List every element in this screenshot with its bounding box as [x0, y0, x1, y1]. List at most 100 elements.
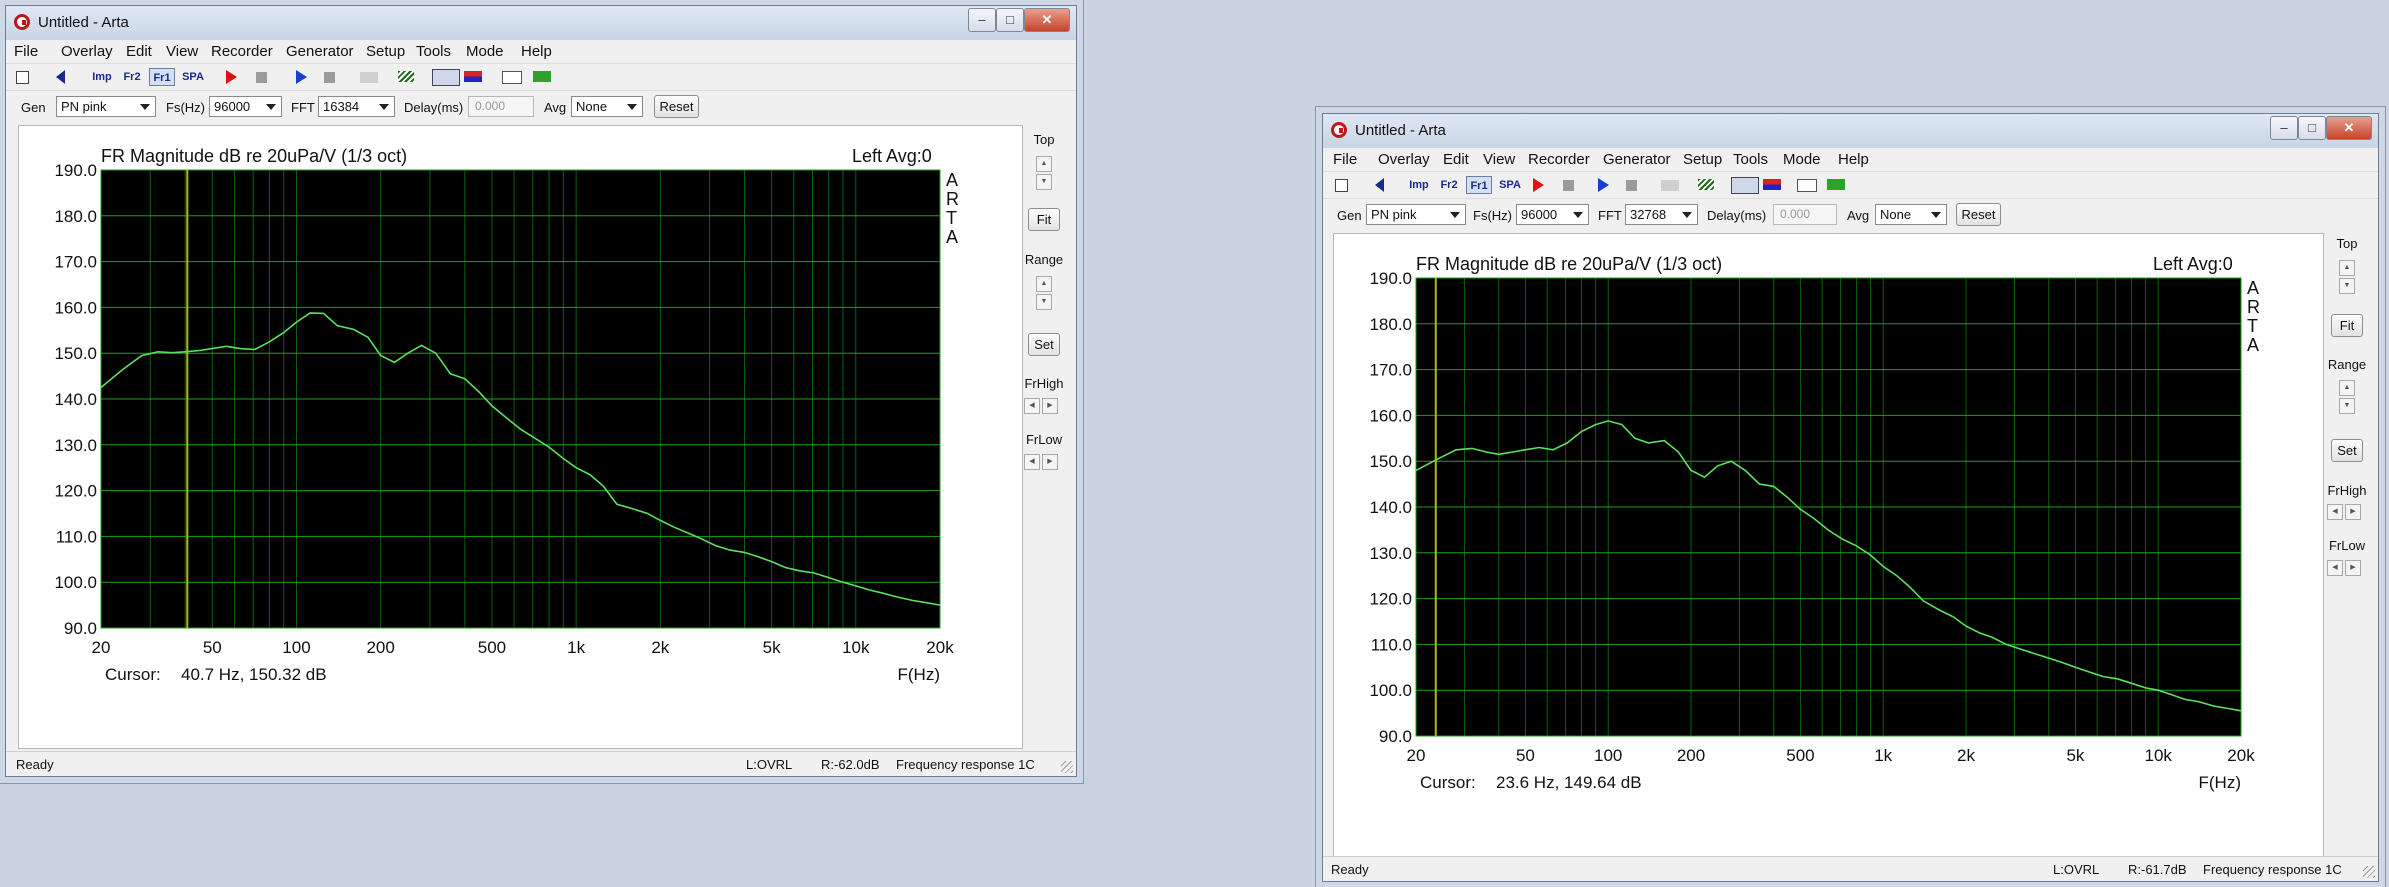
avg-select[interactable]: None — [1875, 204, 1947, 225]
stop-icon[interactable] — [1563, 180, 1574, 191]
chevron-down-icon — [1682, 212, 1692, 218]
menu-file[interactable]: File — [1333, 151, 1357, 168]
open-icon[interactable] — [56, 70, 65, 84]
gen-select[interactable]: PN pink — [56, 96, 156, 117]
frequency-response-chart[interactable]: 190.0 180.0 170.0 160.0 150.0 140.0 130.0 120.0… — [1334, 234, 2323, 856]
delay-input[interactable]: 0.000 — [1773, 204, 1837, 225]
toggle-icon[interactable] — [432, 69, 460, 86]
frlow-left-button[interactable]: ◀ — [2327, 560, 2343, 576]
fr1-button[interactable]: Fr1 — [1466, 176, 1492, 194]
menu-generator[interactable]: Generator — [286, 43, 354, 60]
fft-select[interactable]: 32768 — [1625, 204, 1698, 225]
menu-help[interactable]: Help — [1838, 151, 1869, 168]
gen-select[interactable]: PN pink — [1366, 204, 1466, 225]
close-button[interactable]: ✕ — [1024, 8, 1070, 32]
frhigh-right-button[interactable]: ▶ — [1042, 398, 1058, 414]
menu-tools[interactable]: Tools — [416, 43, 451, 60]
record-icon[interactable] — [1533, 178, 1544, 192]
play-icon[interactable] — [296, 70, 307, 84]
resize-grip-icon[interactable] — [2363, 866, 2375, 878]
top-up-button[interactable]: ▲ — [1036, 156, 1052, 172]
frlow-left-button[interactable]: ◀ — [1024, 454, 1040, 470]
menu-mode[interactable]: Mode — [466, 43, 504, 60]
overlay-icon[interactable] — [533, 71, 551, 82]
fs-select[interactable]: 96000 — [1516, 204, 1589, 225]
overlay-icon[interactable] — [1827, 179, 1845, 190]
resize-grip-icon[interactable] — [1061, 761, 1073, 773]
fs-select[interactable]: 96000 — [209, 96, 282, 117]
scope-icon[interactable] — [1797, 179, 1817, 192]
fr2-button[interactable]: Fr2 — [119, 68, 145, 86]
minimize-button[interactable]: – — [968, 8, 996, 32]
range-down-button[interactable]: ▼ — [2339, 398, 2355, 414]
toggle-icon[interactable] — [1731, 177, 1759, 194]
title-bar[interactable]: Untitled - Arta – □ ✕ — [6, 6, 1076, 40]
pattern-icon[interactable] — [1698, 179, 1714, 190]
fit-button[interactable]: Fit — [2331, 314, 2363, 337]
spa-button[interactable]: SPA — [179, 68, 207, 86]
minimize-button[interactable]: – — [2270, 116, 2298, 140]
avg-select[interactable]: None — [571, 96, 643, 117]
menu-edit[interactable]: Edit — [1443, 151, 1469, 168]
stop2-icon[interactable] — [324, 72, 335, 83]
frhigh-left-button[interactable]: ◀ — [1024, 398, 1040, 414]
spa-button[interactable]: SPA — [1496, 176, 1524, 194]
abc-icon[interactable] — [360, 72, 378, 83]
range-up-button[interactable]: ▲ — [2339, 380, 2355, 396]
channel-label: Left Avg:0 — [852, 146, 932, 166]
frequency-response-chart[interactable]: 190.0 180.0 170.0 160.0 150.0 140.0 130.0 120.0… — [19, 126, 1022, 748]
menu-file[interactable]: File — [14, 43, 38, 60]
reset-button[interactable]: Reset — [654, 95, 699, 118]
menu-generator[interactable]: Generator — [1603, 151, 1671, 168]
menu-setup[interactable]: Setup — [1683, 151, 1722, 168]
frhigh-label: FrHigh — [1024, 376, 1064, 391]
menu-overlay[interactable]: Overlay — [61, 43, 113, 60]
menu-recorder[interactable]: Recorder — [1528, 151, 1590, 168]
top-down-button[interactable]: ▼ — [1036, 174, 1052, 190]
chart-title: FR Magnitude dB re 20uPa/V (1/3 oct) — [1416, 254, 1722, 274]
maximize-button[interactable]: □ — [2298, 116, 2326, 140]
menu-view[interactable]: View — [1483, 151, 1515, 168]
frlow-right-button[interactable]: ▶ — [2345, 560, 2361, 576]
open-icon[interactable] — [1375, 178, 1384, 192]
delay-input[interactable]: 0.000 — [468, 96, 534, 117]
close-button[interactable]: ✕ — [2326, 116, 2372, 140]
frlow-right-button[interactable]: ▶ — [1042, 454, 1058, 470]
top-down-button[interactable]: ▼ — [2339, 278, 2355, 294]
menu-help[interactable]: Help — [521, 43, 552, 60]
abc-icon[interactable] — [1661, 180, 1679, 191]
scope-icon[interactable] — [502, 71, 522, 84]
fr2-button[interactable]: Fr2 — [1436, 176, 1462, 194]
menu-recorder[interactable]: Recorder — [211, 43, 273, 60]
top-up-button[interactable]: ▲ — [2339, 260, 2355, 276]
menu-edit[interactable]: Edit — [126, 43, 152, 60]
menu-view[interactable]: View — [166, 43, 198, 60]
imp-button[interactable]: Imp — [1406, 176, 1432, 194]
play-icon[interactable] — [1598, 178, 1609, 192]
fft-select[interactable]: 16384 — [318, 96, 395, 117]
new-document-icon[interactable] — [1335, 179, 1348, 192]
set-button[interactable]: Set — [1028, 333, 1060, 356]
record-icon[interactable] — [226, 70, 237, 84]
color-bar-icon[interactable] — [1763, 179, 1781, 190]
imp-button[interactable]: Imp — [89, 68, 115, 86]
range-up-button[interactable]: ▲ — [1036, 276, 1052, 292]
maximize-button[interactable]: □ — [996, 8, 1024, 32]
reset-button[interactable]: Reset — [1956, 203, 2001, 226]
menu-overlay[interactable]: Overlay — [1378, 151, 1430, 168]
set-button[interactable]: Set — [2331, 439, 2363, 462]
color-bar-icon[interactable] — [464, 71, 482, 82]
frhigh-left-button[interactable]: ◀ — [2327, 504, 2343, 520]
menu-setup[interactable]: Setup — [366, 43, 405, 60]
fr1-button[interactable]: Fr1 — [149, 68, 175, 86]
stop-icon[interactable] — [256, 72, 267, 83]
menu-mode[interactable]: Mode — [1783, 151, 1821, 168]
menu-tools[interactable]: Tools — [1733, 151, 1768, 168]
stop2-icon[interactable] — [1626, 180, 1637, 191]
frhigh-right-button[interactable]: ▶ — [2345, 504, 2361, 520]
range-down-button[interactable]: ▼ — [1036, 294, 1052, 310]
new-document-icon[interactable] — [16, 71, 29, 84]
pattern-icon[interactable] — [398, 71, 414, 82]
title-bar[interactable]: Untitled - Arta – □ ✕ — [1323, 114, 2378, 148]
fit-button[interactable]: Fit — [1028, 208, 1060, 231]
